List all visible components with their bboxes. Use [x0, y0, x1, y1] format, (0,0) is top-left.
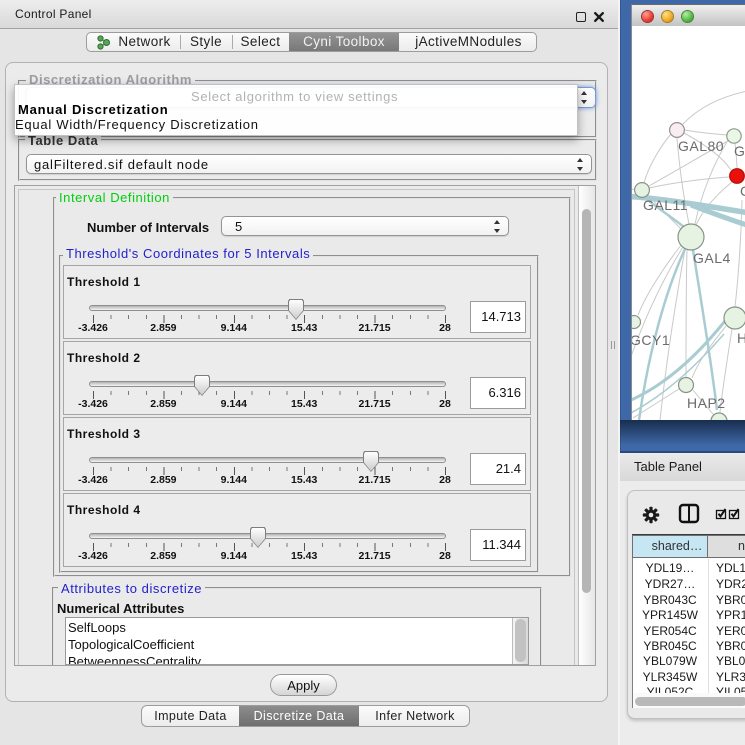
svg-text:CDC: CDC	[740, 183, 745, 199]
svg-text:GAL80: GAL80	[678, 138, 724, 154]
svg-text:GAL4: GAL4	[693, 250, 731, 266]
svg-text:HIS4: HIS4	[737, 330, 745, 346]
svg-text:GAL3: GAL3	[734, 143, 745, 159]
svg-text:GCY1: GCY1	[632, 332, 670, 348]
svg-text:GAL11: GAL11	[643, 197, 688, 213]
svg-text:HAP2: HAP2	[687, 395, 726, 411]
